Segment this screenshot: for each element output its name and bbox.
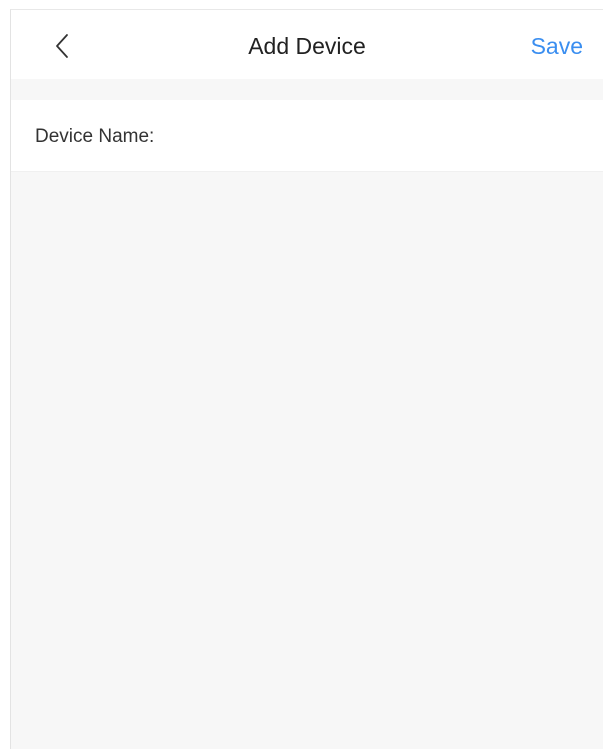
add-device-screen: Add Device Save Device Name: xyxy=(10,9,603,749)
chevron-left-icon xyxy=(56,34,68,58)
device-name-input[interactable] xyxy=(181,118,583,154)
page-title: Add Device xyxy=(248,33,366,59)
device-name-row: Device Name: xyxy=(11,100,603,172)
device-name-label: Device Name: xyxy=(35,126,155,147)
content-area xyxy=(11,172,603,749)
navigation-bar: Add Device Save xyxy=(11,10,603,79)
back-button[interactable] xyxy=(47,28,77,64)
save-button[interactable]: Save xyxy=(531,32,583,60)
